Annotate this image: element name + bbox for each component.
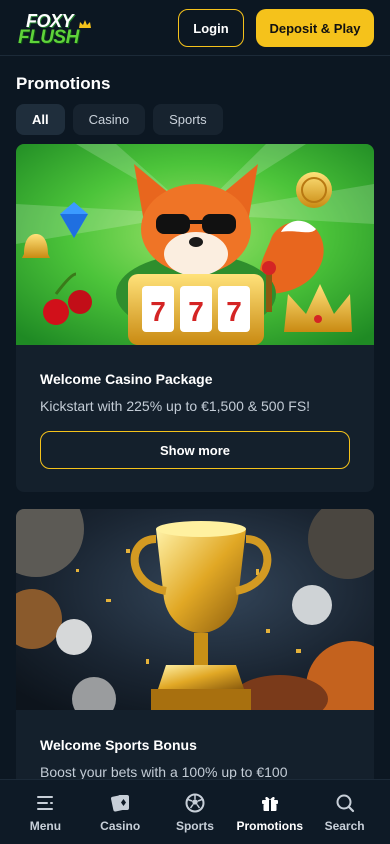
login-button[interactable]: Login xyxy=(178,9,244,47)
svg-text:7: 7 xyxy=(150,296,166,327)
logo-text-flush: FLUSH xyxy=(18,26,79,48)
crown-icon xyxy=(79,19,91,28)
gift-icon xyxy=(261,796,278,811)
filter-all[interactable]: All xyxy=(16,104,65,135)
filter-casino[interactable]: Casino xyxy=(72,104,146,135)
casino-icon xyxy=(111,795,130,812)
nav-label-search: Search xyxy=(324,819,365,833)
promotion-title: Welcome Casino Package xyxy=(40,371,213,387)
sports-promo-image xyxy=(16,509,374,710)
promotion-title: Welcome Sports Bonus xyxy=(40,737,197,753)
top-header: FOXY FLUSH Login Deposit & Play xyxy=(0,0,390,56)
show-more-button[interactable]: Show more xyxy=(40,431,350,469)
nav-label-sports: Sports xyxy=(175,819,214,833)
svg-text:7: 7 xyxy=(188,296,204,327)
promotion-description: Boost your bets with a 100% up to €100 xyxy=(40,764,288,780)
promotion-card-casino: 7 7 7 Welcome Casino Package Kickstart w… xyxy=(16,144,374,492)
foxy-flush-logo[interactable]: FOXY FLUSH xyxy=(16,8,92,48)
promotion-filters: All Casino Sports xyxy=(16,104,223,135)
deposit-and-play-button[interactable]: Deposit & Play xyxy=(256,9,374,47)
menu-icon xyxy=(37,796,54,810)
nav-menu[interactable]: Menu xyxy=(10,792,80,844)
filter-sports[interactable]: Sports xyxy=(153,104,223,135)
nav-label-menu: Menu xyxy=(29,819,62,833)
nav-label-promotions: Promotions xyxy=(236,819,304,833)
search-icon xyxy=(336,794,354,813)
svg-text:7: 7 xyxy=(226,296,242,327)
casino-promo-image: 7 7 7 xyxy=(16,144,374,345)
promotion-description: Kickstart with 225% up to €1,500 & 500 F… xyxy=(40,398,311,414)
promotion-card-sports: Welcome Sports Bonus Boost your bets wit… xyxy=(16,509,374,799)
page-title: Promotions xyxy=(16,74,111,93)
soccer-ball-icon xyxy=(185,793,205,813)
nav-label-casino: Casino xyxy=(100,819,141,833)
nav-search[interactable]: Search xyxy=(310,792,380,844)
nav-casino[interactable]: Casino xyxy=(85,792,155,844)
bottom-navigation: Menu Casino Sports Promotions Search xyxy=(0,779,390,844)
nav-promotions[interactable]: Promotions xyxy=(235,792,305,844)
nav-sports[interactable]: Sports xyxy=(160,792,230,844)
